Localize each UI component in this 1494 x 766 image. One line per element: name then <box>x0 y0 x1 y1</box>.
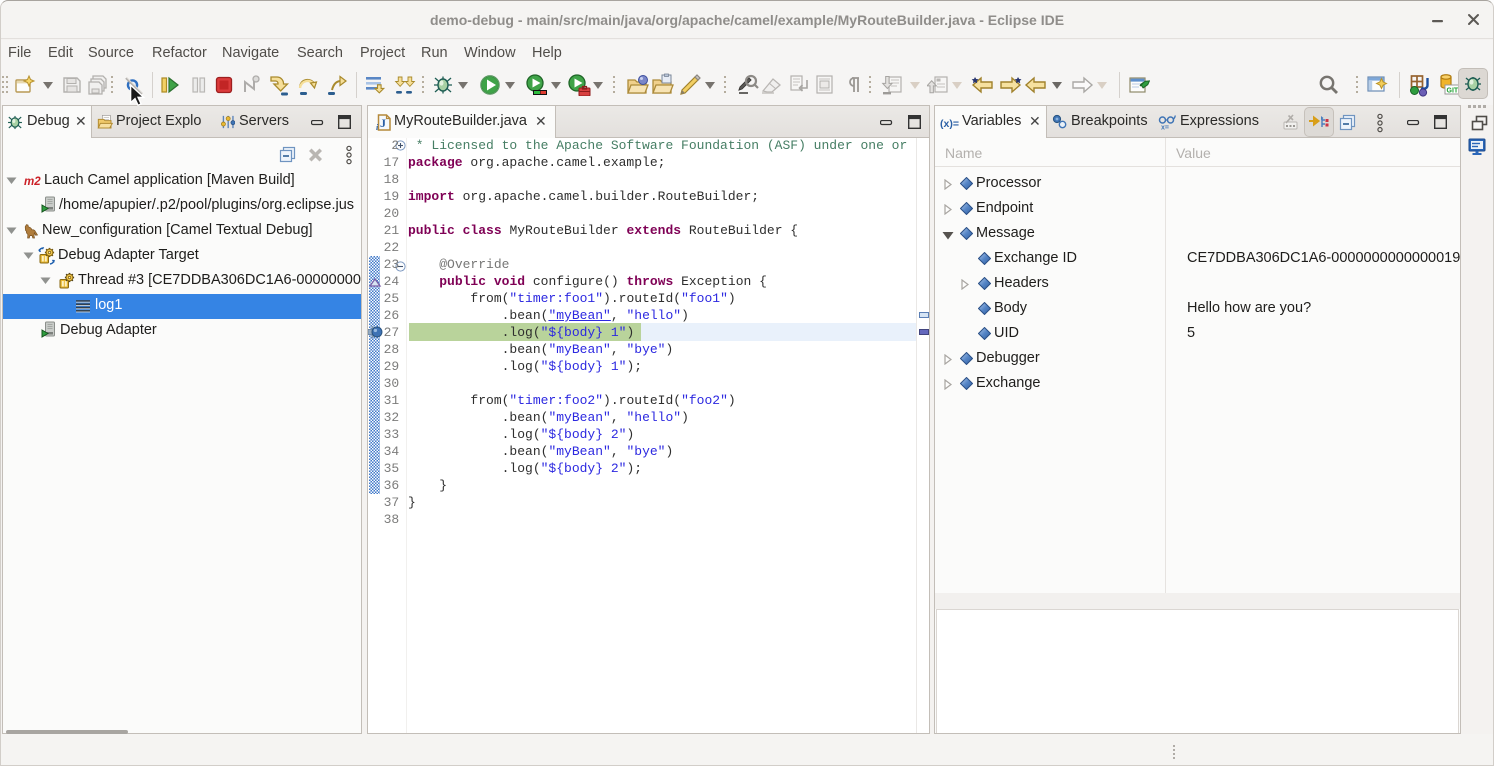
svg-text:m2: m2 <box>24 176 41 188</box>
svg-text:(x)=: (x)= <box>940 118 959 129</box>
svg-text:x=: x= <box>1161 125 1169 131</box>
svg-text:J: J <box>380 116 386 130</box>
